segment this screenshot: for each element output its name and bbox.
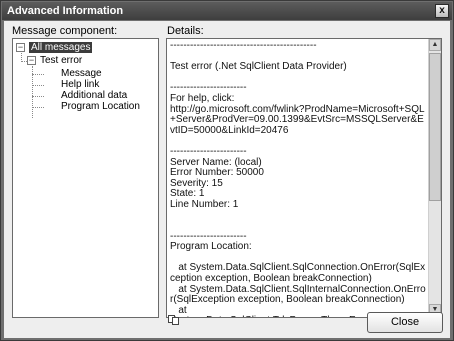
tree-item-label: Test error xyxy=(40,55,83,66)
tree-item-label: Program Location xyxy=(61,101,140,112)
details-scrollbar[interactable]: ▲ ▼ xyxy=(428,39,441,317)
details-content: ----------------------------------------… xyxy=(170,40,426,317)
advanced-information-dialog: Advanced Information x Message component… xyxy=(0,0,454,341)
tree-connector xyxy=(32,74,44,75)
close-button[interactable]: Close xyxy=(367,312,443,333)
tree-item-label: Additional data xyxy=(61,90,128,101)
tree-item-label: Help link xyxy=(61,79,100,90)
tree-connector xyxy=(32,107,44,108)
tree-connector xyxy=(32,96,44,97)
scroll-up-icon[interactable]: ▲ xyxy=(429,39,441,51)
message-component-tree[interactable]: − All messages − Test error Message Help… xyxy=(12,38,159,318)
scroll-thumb[interactable] xyxy=(429,53,441,201)
tree-item-label: All messages xyxy=(29,42,93,53)
collapse-toggle-test-error[interactable]: − xyxy=(27,56,36,65)
dialog-title: Advanced Information xyxy=(7,5,124,17)
details-textbox[interactable]: ----------------------------------------… xyxy=(166,38,442,318)
dialog-body: Message component: Details: − All messag… xyxy=(4,21,450,338)
tree-item-test-error[interactable]: Test error xyxy=(40,55,82,67)
tree-item-program-location[interactable]: Program Location xyxy=(61,101,140,113)
tree-connector xyxy=(32,85,44,86)
close-icon[interactable]: x xyxy=(435,4,449,18)
copy-icon[interactable] xyxy=(168,315,180,325)
tree-item-label: Message xyxy=(61,68,102,79)
message-component-label: Message component: xyxy=(12,25,118,37)
details-label: Details: xyxy=(167,25,204,37)
title-bar: Advanced Information x xyxy=(2,2,452,20)
tree-item-all-messages[interactable]: All messages xyxy=(29,42,93,54)
collapse-toggle-all-messages[interactable]: − xyxy=(16,43,25,52)
